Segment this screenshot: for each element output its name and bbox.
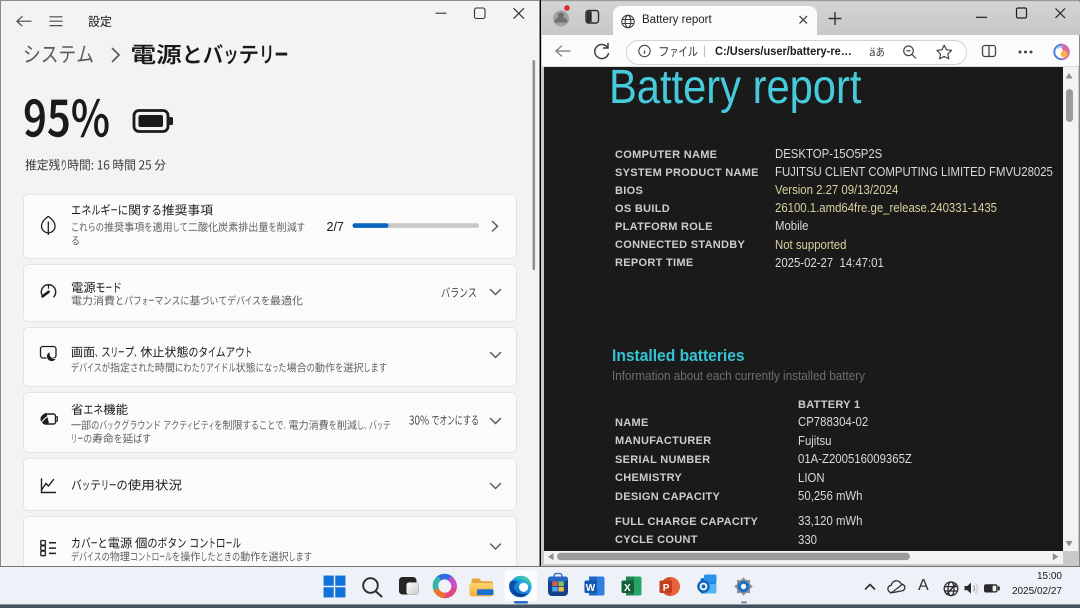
svg-text:W: W <box>586 583 596 594</box>
svg-text:2/7: 2/7 <box>327 220 344 234</box>
svg-text:P: P <box>663 583 670 594</box>
svg-text:X: X <box>624 583 631 594</box>
